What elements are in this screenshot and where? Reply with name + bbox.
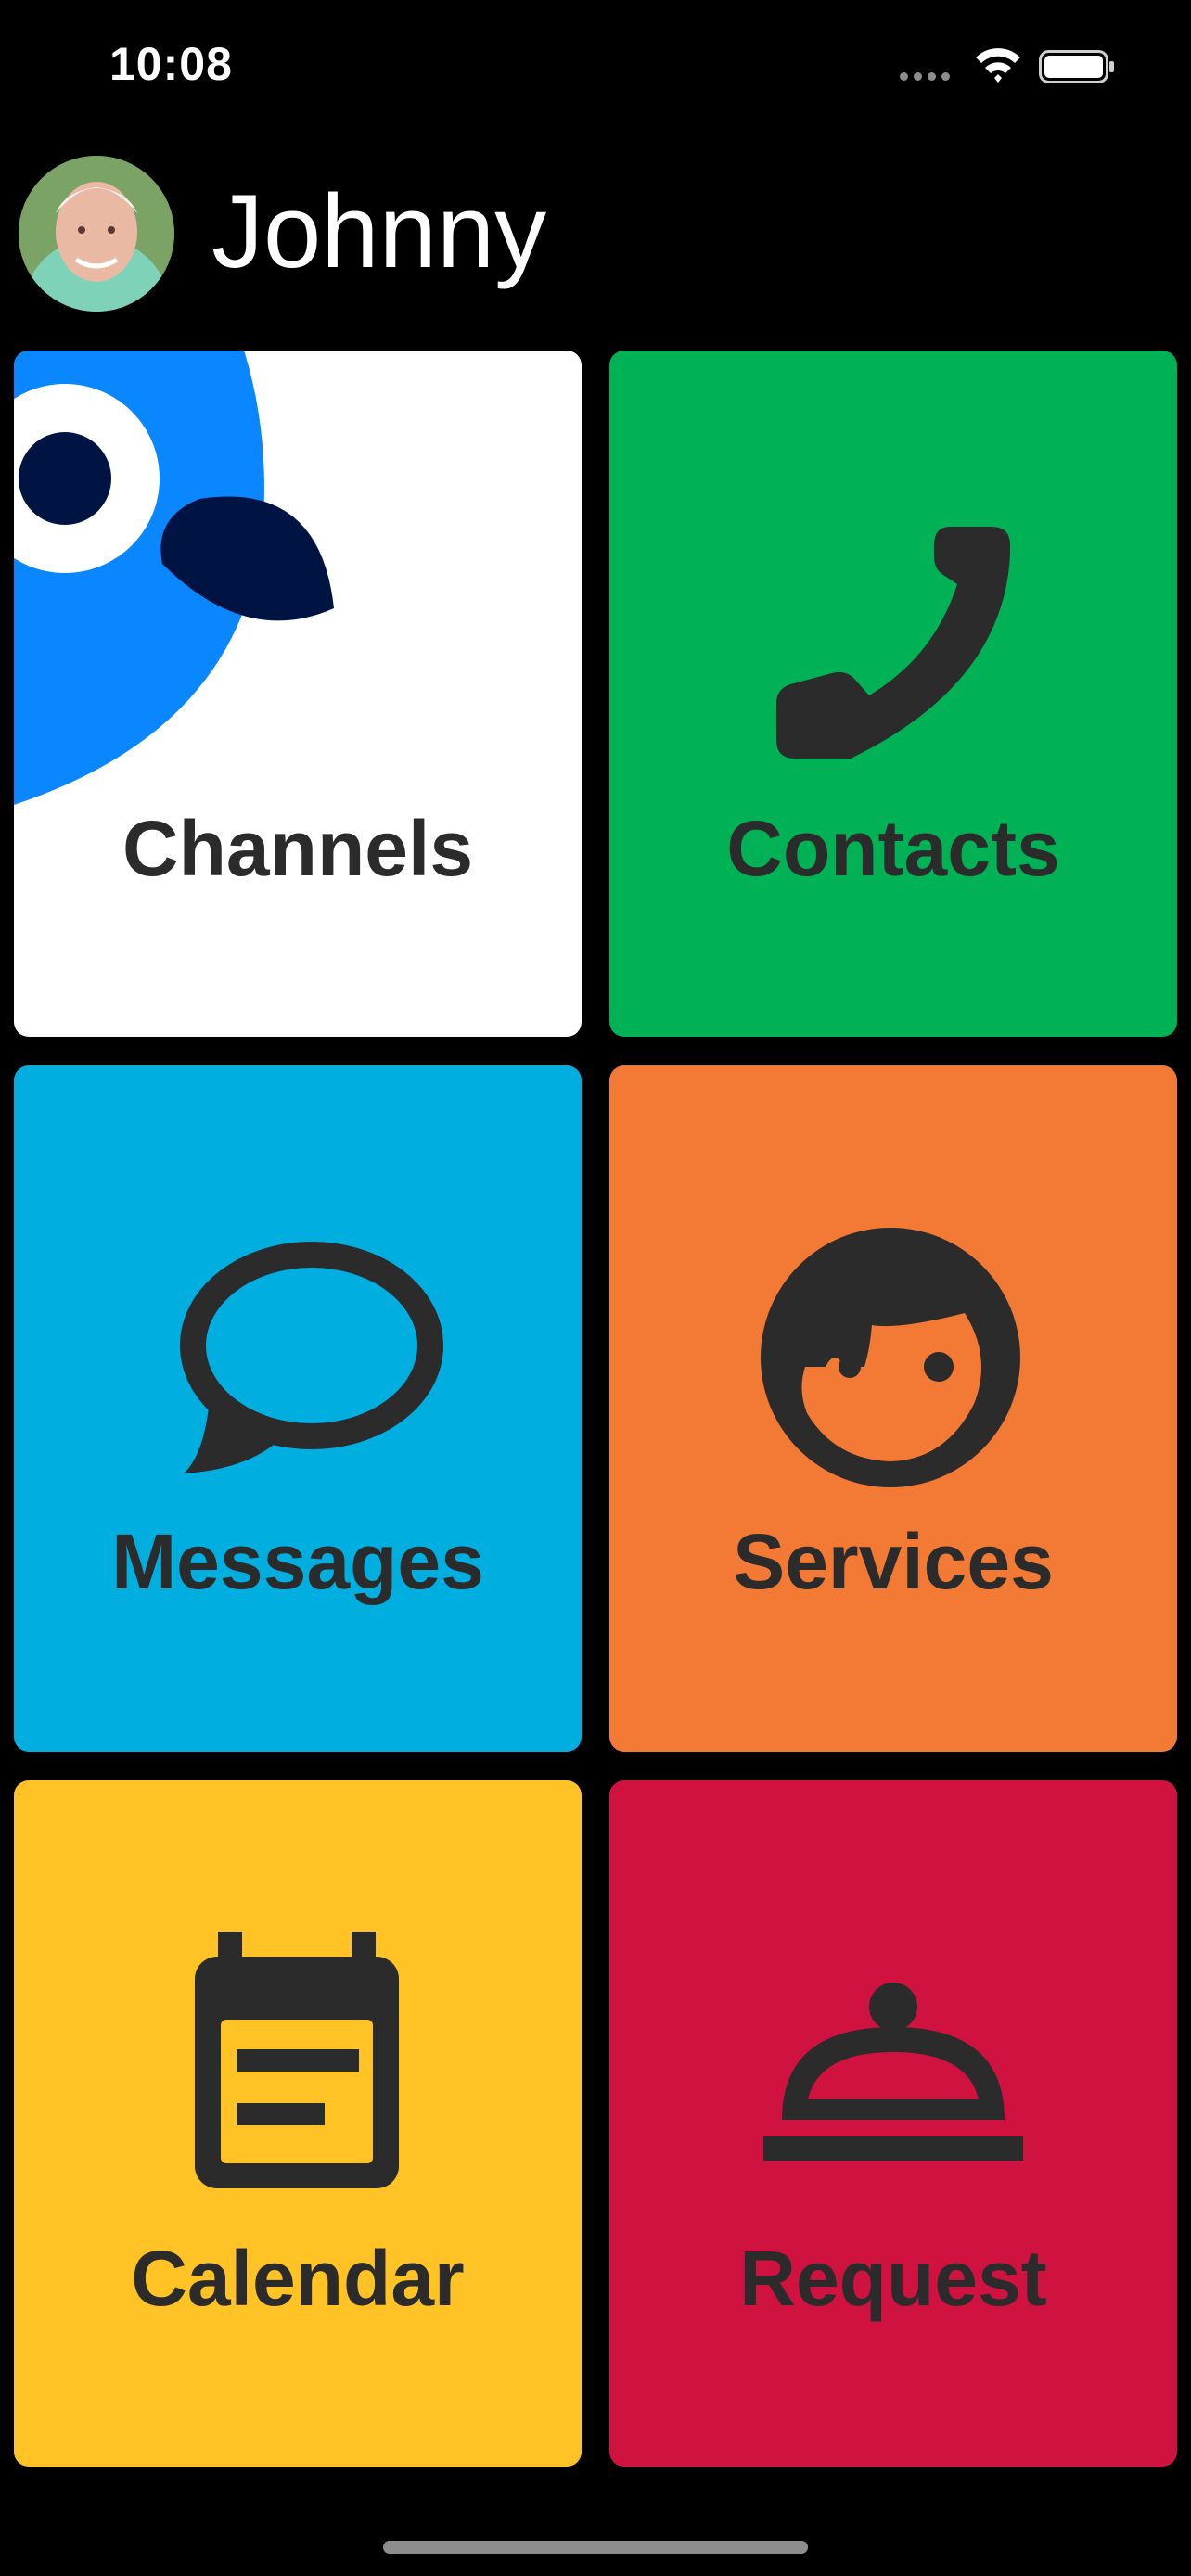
tile-label: Messages bbox=[111, 1518, 484, 1605]
tile-label: Calendar bbox=[131, 2235, 465, 2322]
face-icon bbox=[761, 1228, 1020, 1487]
messages-tile[interactable]: Messages bbox=[14, 1065, 582, 1752]
service-bell-icon bbox=[763, 1983, 1023, 2161]
contacts-tile[interactable]: Contacts bbox=[609, 351, 1177, 1037]
battery-icon bbox=[1039, 50, 1114, 83]
user-name: Johnny bbox=[211, 173, 547, 289]
status-time: 10:08 bbox=[109, 38, 233, 90]
avatar-photo bbox=[19, 156, 174, 312]
calendar-icon bbox=[195, 1932, 399, 2188]
profile-header: Johnny bbox=[0, 139, 1191, 334]
avatar[interactable] bbox=[19, 156, 174, 312]
tile-label: Request bbox=[739, 2235, 1047, 2322]
tile-label: Contacts bbox=[726, 805, 1060, 892]
status-bar: 10:08 bbox=[0, 0, 1191, 139]
bird-icon bbox=[14, 351, 334, 805]
calendar-tile[interactable]: Calendar bbox=[14, 1780, 582, 2467]
cellular-signal-icon bbox=[900, 72, 955, 82]
channels-tile[interactable]: Channels bbox=[14, 351, 582, 1037]
request-tile[interactable]: Request bbox=[609, 1780, 1177, 2467]
speech-bubble-icon bbox=[180, 1242, 443, 1473]
wifi-icon bbox=[976, 48, 1020, 83]
services-tile[interactable]: Services bbox=[609, 1065, 1177, 1752]
tile-label: Services bbox=[733, 1518, 1054, 1605]
tile-label: Channels bbox=[122, 805, 474, 892]
home-indicator[interactable] bbox=[383, 2541, 808, 2554]
phone-icon bbox=[776, 527, 1010, 759]
